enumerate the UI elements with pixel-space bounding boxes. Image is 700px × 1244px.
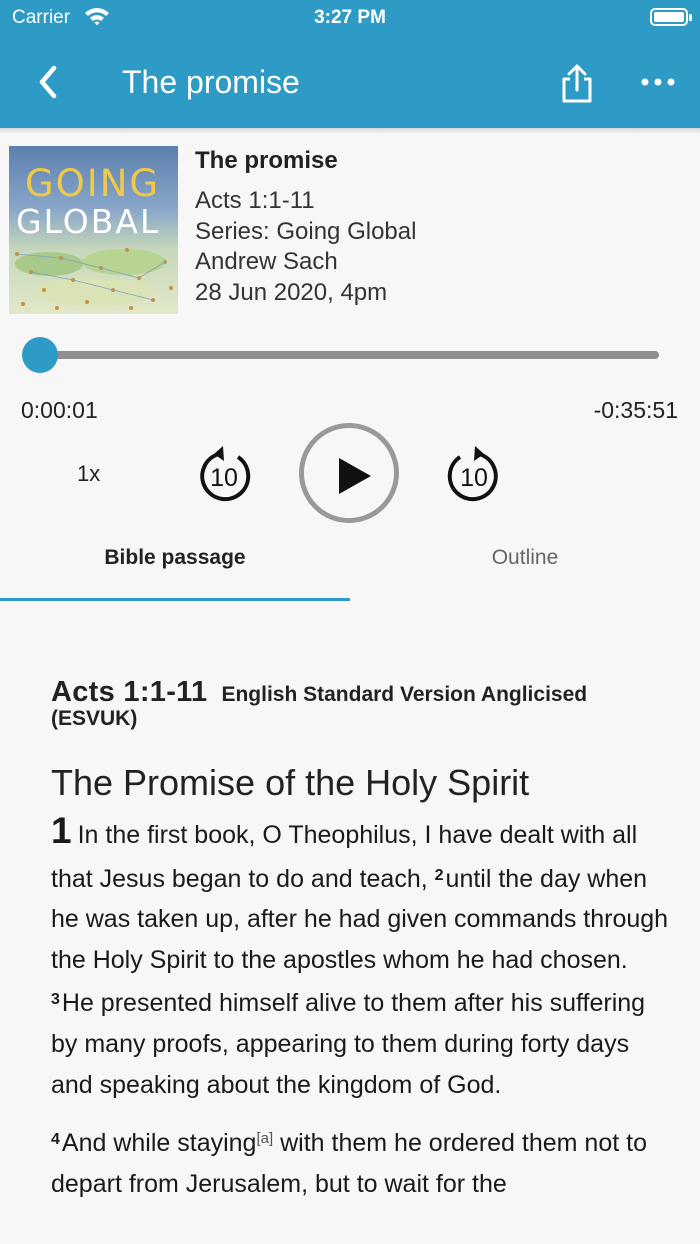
sermon-passage: Acts 1:1-11: [195, 187, 315, 214]
sermon-title: The promise: [195, 147, 338, 174]
verse-number: 4: [51, 1131, 60, 1149]
verse-number: 2: [434, 866, 444, 884]
verse-text: He presented himself alive to them after…: [51, 989, 646, 1099]
elapsed-time: 0:00:01: [21, 397, 98, 423]
bible-version: English Standard Version Anglicised: [221, 683, 588, 706]
header-shadow: [0, 128, 700, 134]
progress-thumb[interactable]: [22, 337, 59, 373]
bible-passage: Acts 1:1-11 English Standard Version Angl…: [51, 676, 671, 1204]
status-time: 3:27 PM: [314, 7, 386, 28]
verse-number: 3: [51, 991, 60, 1009]
remaining-time: -0:35:51: [593, 397, 678, 423]
passage-heading: The Promise of the Holy Spirit: [51, 762, 530, 803]
play-button[interactable]: [299, 423, 399, 523]
progress-track[interactable]: [40, 351, 659, 359]
playback-speed-button[interactable]: 1x: [77, 461, 100, 487]
skip-forward-label: 10: [460, 464, 488, 492]
footnote-link[interactable]: [a]: [256, 1130, 273, 1147]
page-title: The promise: [122, 64, 300, 100]
status-bar: Carrier 3:27 PM: [0, 0, 700, 36]
world-map-graphic: [15, 248, 173, 310]
series-artwork: GOING GLOBAL: [9, 146, 178, 314]
tab-bible-passage[interactable]: Bible passage: [0, 546, 350, 570]
artwork-text-global: GLOBAL: [16, 202, 161, 241]
tab-outline[interactable]: Outline: [350, 546, 700, 570]
sermon-speaker: Andrew Sach: [195, 248, 338, 275]
skip-back-label: 10: [210, 464, 238, 492]
passage-paragraph: 1 In the first book, O Theophilus, I have…: [51, 810, 671, 1105]
app-header: Carrier 3:27 PM The promise: [0, 0, 700, 128]
battery-icon: [650, 8, 692, 26]
nav-bar: The promise: [0, 40, 700, 124]
passage-paragraph: 4And while staying[a] with them he order…: [51, 1119, 671, 1204]
chapter-number: 1: [51, 810, 72, 851]
bible-version-abbrev: (ESVUK): [51, 707, 138, 730]
passage-reference: Acts 1:1-11: [51, 676, 208, 708]
play-icon: [339, 458, 371, 494]
share-icon[interactable]: [558, 64, 596, 104]
sermon-date: 28 Jun 2020, 4pm: [195, 278, 388, 306]
more-options-icon[interactable]: [638, 74, 678, 90]
back-chevron-icon[interactable]: [30, 62, 66, 102]
skip-back-10-icon[interactable]: 10: [192, 442, 256, 506]
selected-tab-indicator: [0, 598, 350, 601]
artwork-text-going: GOING: [25, 162, 161, 205]
skip-forward-10-icon[interactable]: 10: [442, 442, 506, 506]
verse-text: And while staying: [61, 1129, 257, 1158]
sermon-series: Series: Going Global: [195, 217, 417, 245]
sermon-details: The promise Acts 1:1-11 Series: Going Gl…: [195, 146, 416, 308]
